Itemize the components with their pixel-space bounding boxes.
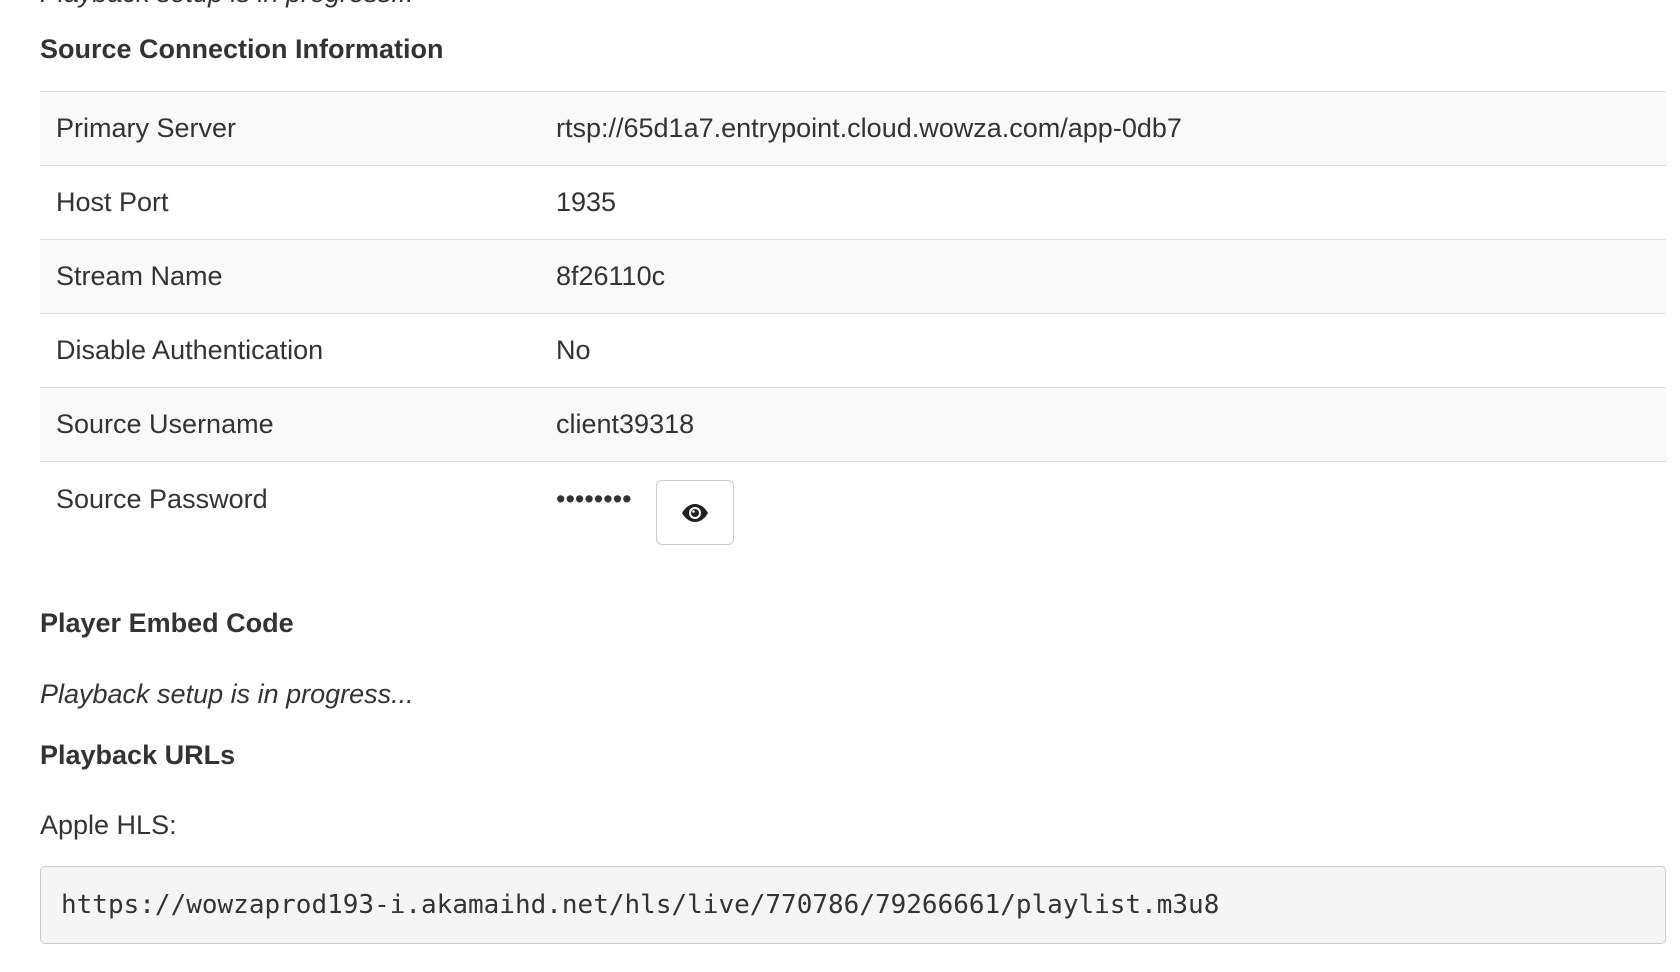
apple-hls-url-text: https://wowzaprod193-i.akamaihd.net/hls/… bbox=[61, 890, 1220, 920]
primary-server-value: rtsp://65d1a7.entrypoint.cloud.wowza.com… bbox=[540, 91, 1666, 166]
source-connection-table: Primary Server rtsp://65d1a7.entrypoint.… bbox=[40, 91, 1666, 562]
playback-status-text: Playback setup is in progress... bbox=[40, 679, 414, 709]
stream-name-value: 8f26110c bbox=[540, 239, 1666, 314]
table-row: Source Username client39318 bbox=[40, 387, 1666, 462]
playback-urls-title: Playback URLs bbox=[40, 740, 236, 770]
top-cutoff-text: Playback setup is in progress... bbox=[40, 0, 414, 9]
apple-hls-label: Apple HLS: bbox=[40, 810, 177, 840]
source-password-cell: •••••••• bbox=[540, 461, 1666, 562]
table-row: Source Password •••••••• bbox=[40, 461, 1666, 562]
row-label: Host Port bbox=[40, 165, 540, 240]
eye-icon bbox=[681, 503, 708, 522]
row-label: Source Password bbox=[40, 461, 540, 562]
apple-hls-url-field[interactable]: https://wowzaprod193-i.akamaihd.net/hls/… bbox=[40, 866, 1666, 944]
source-username-value: client39318 bbox=[540, 387, 1666, 462]
table-row: Primary Server rtsp://65d1a7.entrypoint.… bbox=[40, 91, 1666, 166]
source-password-masked: •••••••• bbox=[556, 484, 632, 514]
show-password-button[interactable] bbox=[655, 480, 734, 545]
source-connection-title: Source Connection Information bbox=[40, 34, 444, 64]
row-label: Disable Authentication bbox=[40, 313, 540, 388]
row-label: Source Username bbox=[40, 387, 540, 462]
row-label: Stream Name bbox=[40, 239, 540, 314]
host-port-value: 1935 bbox=[540, 165, 1666, 240]
table-row: Disable Authentication No bbox=[40, 313, 1666, 388]
table-row: Stream Name 8f26110c bbox=[40, 239, 1666, 314]
table-row: Host Port 1935 bbox=[40, 165, 1666, 240]
player-embed-title: Player Embed Code bbox=[40, 608, 294, 638]
row-label: Primary Server bbox=[40, 91, 540, 166]
disable-auth-value: No bbox=[540, 313, 1666, 388]
page: Playback setup is in progress... Source … bbox=[0, 0, 1680, 972]
